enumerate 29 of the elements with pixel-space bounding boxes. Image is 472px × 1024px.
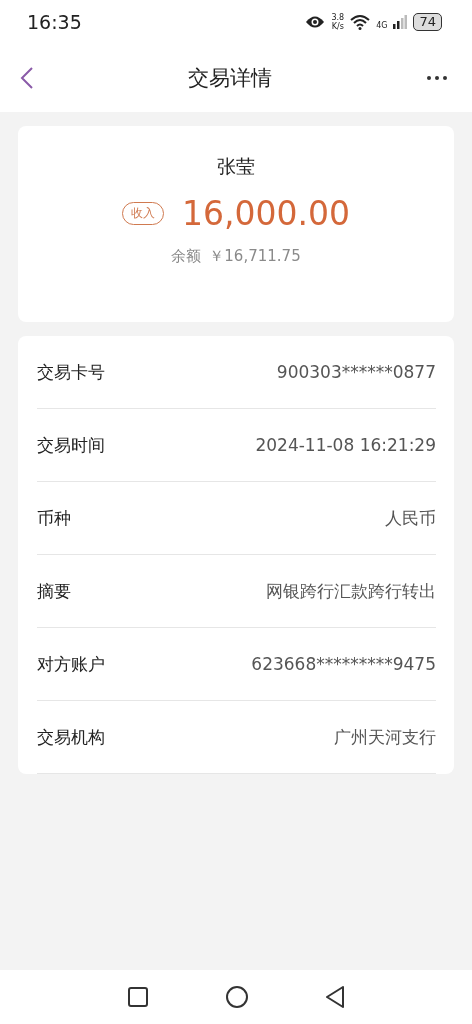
detail-label: 对方账户 xyxy=(37,652,105,676)
back-nav-button[interactable] xyxy=(326,986,344,1008)
detail-value: 900303******0877 xyxy=(276,362,436,382)
detail-label: 币种 xyxy=(37,506,71,530)
home-button[interactable] xyxy=(226,986,248,1008)
recents-button[interactable] xyxy=(128,987,148,1007)
more-icon xyxy=(426,75,448,81)
detail-label: 交易时间 xyxy=(37,433,105,457)
battery-level: 74 xyxy=(413,13,442,31)
signal-icon xyxy=(393,15,408,29)
detail-value: 2024-11-08 16:21:29 xyxy=(255,435,436,455)
detail-value: 网银跨行汇款跨行转出 xyxy=(266,579,436,603)
detail-value: 人民币 xyxy=(385,506,436,530)
detail-label: 交易卡号 xyxy=(37,360,105,384)
detail-value: 广州天河支行 xyxy=(334,725,436,749)
detail-label: 交易机构 xyxy=(37,725,105,749)
payer-name: 张莹 xyxy=(217,154,255,179)
network-type: 4G xyxy=(376,21,388,30)
detail-label: 摘要 xyxy=(37,579,71,603)
page-title: 交易详情 xyxy=(188,65,272,92)
detail-value: 623668*********9475 xyxy=(251,654,436,674)
eye-icon xyxy=(305,15,326,29)
amount: 16,000.00 xyxy=(182,194,350,233)
speed-unit: K/s xyxy=(331,22,344,31)
balance-value: ￥16,711.75 xyxy=(209,247,301,266)
speed-value: 3.8 xyxy=(331,13,345,22)
balance-label: 余额 xyxy=(171,247,202,266)
clock: 16:35 xyxy=(27,11,83,33)
wifi-icon xyxy=(350,14,371,30)
